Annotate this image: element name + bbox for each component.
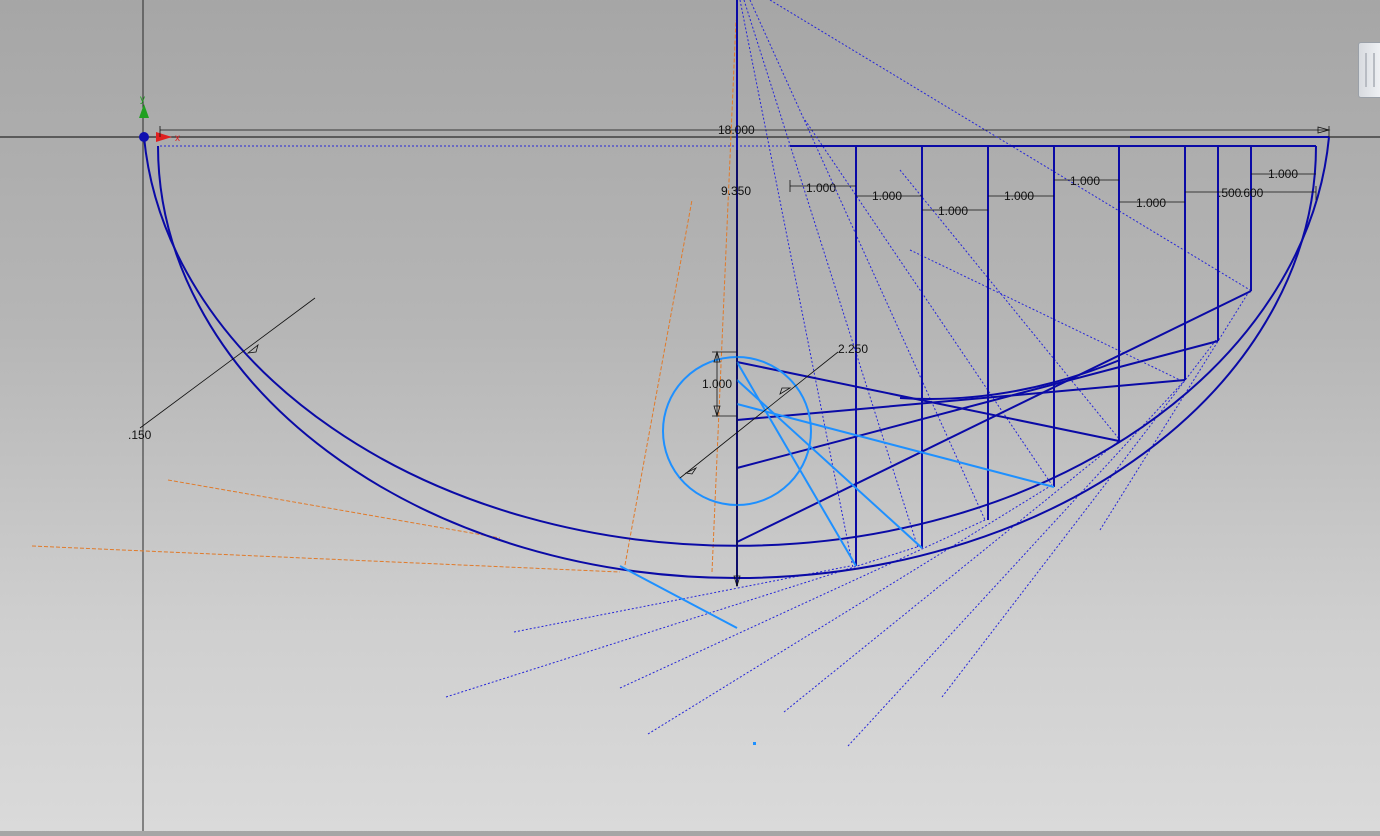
brace-4: [736, 290, 1252, 543]
y-axis-arrow-icon: [139, 104, 149, 118]
wall-thickness-dimension[interactable]: .150: [128, 428, 152, 442]
selected-line-3: [736, 403, 1055, 488]
spacing-dimension-9[interactable]: 1.000: [1268, 167, 1298, 181]
grip-icon: [1365, 53, 1375, 87]
x-axis-label: x: [175, 133, 180, 144]
overall-width-dimension[interactable]: 18.000: [718, 123, 755, 137]
spacing-dimension-3[interactable]: 1.000: [938, 204, 968, 218]
spacing-dimension-4[interactable]: 1.000: [1004, 189, 1034, 203]
x-axis-arrow-icon: [156, 132, 172, 142]
dimension-labels[interactable]: 18.000 9.350 .150 2.250 1.000 1.000 1.00…: [128, 123, 1298, 442]
spacing-dimension-2[interactable]: 1.000: [872, 189, 902, 203]
origin-point: [139, 132, 149, 142]
brace-1: [736, 361, 1120, 442]
circle-diameter-dimension[interactable]: 2.250: [838, 342, 868, 356]
spacing-dimension-6[interactable]: 1.000: [1136, 196, 1166, 210]
y-axis-label: y: [140, 94, 145, 105]
sketch-svg[interactable]: x y 18.000 9.350 .150 2.250 1.000 1.000 …: [0, 0, 1380, 831]
spacing-dimension-5[interactable]: 1.000: [1070, 174, 1100, 188]
view-cube-tab[interactable]: [1358, 42, 1380, 98]
depth-dimension[interactable]: 9.350: [721, 184, 751, 198]
sketch-geometry[interactable]: [143, 0, 1330, 586]
hole-offset-dimension[interactable]: 1.000: [702, 377, 732, 391]
spacing-dimension-1[interactable]: 1.000: [806, 181, 836, 195]
spacing-dimension-7[interactable]: .500: [1218, 186, 1242, 200]
spacing-dimension-8[interactable]: .600: [1240, 186, 1264, 200]
selected-point: [753, 742, 756, 745]
brace-curve: [899, 359, 1121, 400]
origin-axes: [0, 0, 1380, 831]
sketch-canvas[interactable]: x y 18.000 9.350 .150 2.250 1.000 1.000 …: [0, 0, 1380, 831]
